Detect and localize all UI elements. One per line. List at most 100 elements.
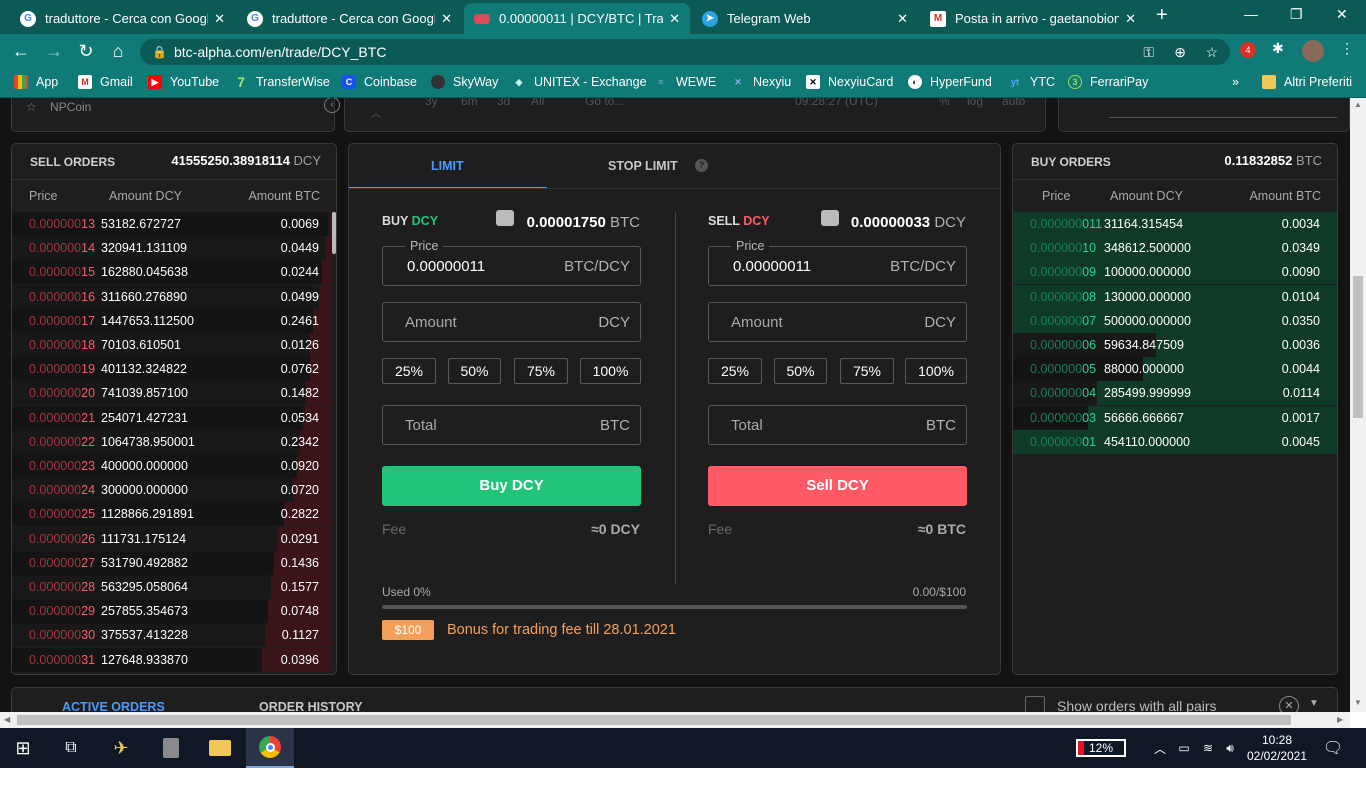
scroll-right-icon[interactable]: ▶ [1337,715,1343,724]
browser-tab[interactable]: G traduttore - Cerca con Google ✕ [237,3,462,34]
tab-active-orders[interactable]: ACTIVE ORDERS [62,700,165,712]
bookmark-wewe[interactable]: ≈ WEWE [654,75,717,89]
chevron-down-icon[interactable]: ▼ [1309,698,1319,709]
buy-order-row[interactable]: 0.00000001 454110.000000 0.0045 [1013,429,1337,454]
star-icon[interactable]: ☆ [1205,39,1218,65]
sell-order-row[interactable]: 0.00000023 400000.000000 0.0920 [12,454,332,478]
bookmarks-overflow[interactable]: » [1232,75,1239,89]
start-windows-icon[interactable]: ⊞ [0,728,46,768]
help-icon[interactable]: ? [695,159,708,172]
bookmark-nexyiucard[interactable]: ✕ NexyiuCard [806,75,893,89]
sell-amount-field[interactable]: Amount DCY [708,302,967,342]
key-icon[interactable]: ⚿ [1143,39,1154,65]
close-icon[interactable]: ✕ [1279,696,1299,712]
browser-tab[interactable]: M Posta in arrivo - gaetanobiond ✕ [920,3,1146,34]
sell-order-row[interactable]: 0.00000029 257855.354673 0.0748 [12,599,332,624]
page-scrollbar[interactable]: ▲ ▼ [1350,98,1366,712]
scale-log[interactable]: log [967,98,983,108]
browser-tab[interactable]: G traduttore - Cerca con Google ✕ [10,3,235,34]
close-tab-icon[interactable]: ✕ [441,11,452,27]
buy-order-row[interactable]: 0.00000009 100000.000000 0.0090 [1013,260,1337,285]
page-scrollbar-thumb[interactable] [1353,276,1363,418]
sell-order-row[interactable]: 0.00000021 254071.427231 0.0534 [12,405,332,430]
address-bar[interactable]: 🔒 btc-alpha.com/en/trade/DCY_BTC ⚿ ⊕ ☆ [140,39,1230,65]
scroll-left-icon[interactable]: ◀ [4,715,10,724]
buy-order-row[interactable]: 0.00000003 56666.666667 0.0017 [1013,405,1337,430]
maximize-button[interactable]: ❐ [1290,6,1303,23]
battery-status-icon[interactable]: ▭ [1174,728,1194,768]
sell-button[interactable]: Sell DCY [708,466,967,506]
app-shortcut-icon[interactable]: ✈ [98,728,144,768]
range-6m[interactable]: 6m [461,98,478,108]
new-tab-button[interactable]: + [1156,4,1168,27]
bookmark-gmail[interactable]: M Gmail [78,75,133,89]
buy-75-percent-button[interactable]: 75% [514,358,568,384]
close-tab-icon[interactable]: ✕ [669,11,680,27]
close-tab-icon[interactable]: ✕ [1125,11,1136,27]
range-3d[interactable]: 3d [497,98,510,108]
bookmark-skyway[interactable]: SkyWay [431,75,498,89]
buy-order-row[interactable]: 0.00000008 130000.000000 0.0104 [1013,284,1337,309]
scroll-up-icon[interactable]: ▲ [1354,100,1362,109]
buy-order-row[interactable]: 0.00000006 59634.847509 0.0036 [1013,333,1337,357]
scrollbar-thumb[interactable] [332,212,336,254]
sell-order-row[interactable]: 0.00000031 127648.933870 0.0396 [12,647,332,672]
sell-25-percent-button[interactable]: 25% [708,358,762,384]
volume-icon[interactable]: 🔊︎ [1220,728,1240,768]
extension-icon[interactable]: 4 [1240,42,1256,58]
close-window-button[interactable]: ✕ [1336,6,1348,23]
puzzle-icon[interactable]: ✱ [1272,40,1284,57]
bookmark-transferwise[interactable]: 7 TransferWise [234,74,330,90]
buy-100-percent-button[interactable]: 100% [580,358,641,384]
horizontal-scrollbar[interactable]: ◀ ▶ [0,712,1350,728]
buy-button[interactable]: Buy DCY [382,466,641,506]
sell-order-row[interactable]: 0.00000017 1447653.112500 0.2461 [12,308,332,333]
browser-tab[interactable]: ➤ Telegram Web ✕ [692,3,918,34]
bookmark-ytc[interactable]: yt YTC [1008,75,1055,89]
sell-order-row[interactable]: 0.00000020 741039.857100 0.1482 [12,381,332,406]
sell-50-percent-button[interactable]: 50% [774,358,827,384]
buy-price-field[interactable]: Price 0.00000011 BTC/DCY [382,239,641,286]
sell-total-field[interactable]: Total BTC [708,405,967,445]
buy-total-field[interactable]: Total BTC [382,405,641,445]
buy-50-percent-button[interactable]: 50% [448,358,501,384]
sell-order-row[interactable]: 0.00000024 300000.000000 0.0720 [12,478,332,503]
tab-limit[interactable]: LIMIT [431,159,464,173]
sell-100-percent-button[interactable]: 100% [905,358,967,384]
sell-order-row[interactable]: 0.00000026 111731.175124 0.0291 [12,526,332,551]
wifi-icon[interactable]: ≋ [1198,728,1218,768]
notifications-icon[interactable]: 🗨︎ [1318,728,1348,768]
buy-order-row[interactable]: 0.000000011 31164.315454 0.0034 [1013,212,1337,236]
bookmark-unitex[interactable]: ◈ UNITEX - Exchange [512,75,647,89]
reload-icon[interactable]: ↻ [75,41,97,62]
minimize-button[interactable]: — [1244,6,1258,22]
close-tab-icon[interactable]: ✕ [214,11,225,27]
bookmark-coinbase[interactable]: C Coinbase [342,75,417,89]
tab-order-history[interactable]: ORDER HISTORY [259,700,363,712]
file-explorer-icon[interactable] [197,728,243,768]
sell-order-row[interactable]: 0.00000030 375537.413228 0.1127 [12,623,332,648]
range-all[interactable]: All [531,98,544,108]
star-icon[interactable]: ☆ [26,100,37,114]
clock[interactable]: 10:28 02/02/2021 [1246,732,1308,764]
sell-75-percent-button[interactable]: 75% [840,358,894,384]
all-pairs-checkbox[interactable] [1025,696,1045,712]
buy-order-row[interactable]: 0.00000007 500000.000000 0.0350 [1013,308,1337,333]
coin-name[interactable]: NPCoin [50,100,91,114]
sell-order-row[interactable]: 0.00000019 401132.324822 0.0762 [12,357,332,382]
back-icon[interactable]: ← [10,41,32,62]
scale-auto[interactable]: auto [1002,98,1025,108]
sell-order-row[interactable]: 0.00000015 162880.045638 0.0244 [12,260,332,285]
sell-order-row[interactable]: 0.00000013 53182.672727 0.0069 [12,212,332,236]
close-tab-icon[interactable]: ✕ [897,11,908,27]
forward-icon[interactable]: → [43,41,65,62]
scroll-down-icon[interactable]: ▼ [1354,698,1362,707]
bookmark-ferraripay[interactable]: 3 FerrariPay [1068,75,1148,89]
sell-order-row[interactable]: 0.00000014 320941.131109 0.0449 [12,236,332,261]
bookmark-nexyiu[interactable]: ✕ Nexyiu [731,75,791,89]
calculator-icon[interactable] [148,728,194,768]
chevron-up-icon[interactable]: ︿ [371,105,381,120]
goto-date[interactable]: Go to... [585,98,624,108]
menu-icon[interactable]: ⋮ [1340,40,1354,57]
task-view-icon[interactable]: ⧉ [48,728,94,768]
